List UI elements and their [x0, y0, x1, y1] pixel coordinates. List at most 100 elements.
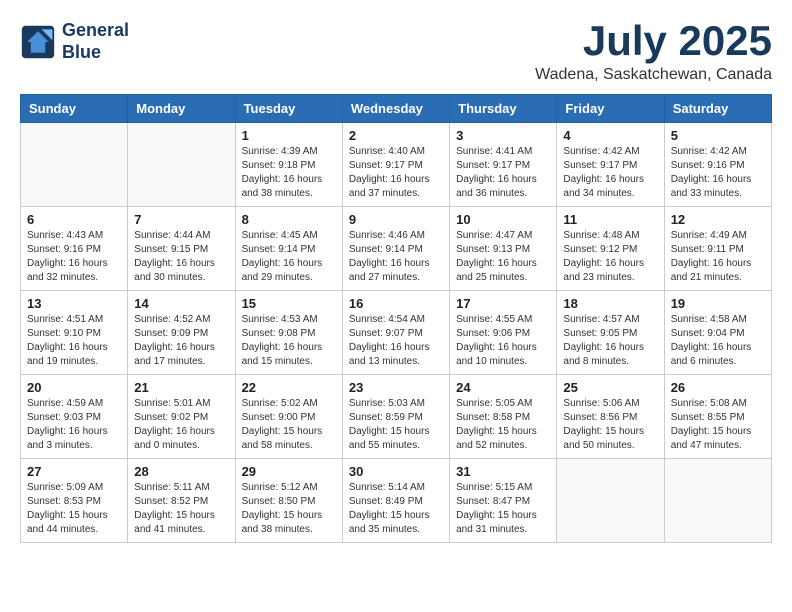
day-number: 21: [134, 380, 228, 395]
day-cell: 15Sunrise: 4:53 AMSunset: 9:08 PMDayligh…: [235, 291, 342, 375]
day-cell: 29Sunrise: 5:12 AMSunset: 8:50 PMDayligh…: [235, 459, 342, 543]
day-info: Sunrise: 4:49 AMSunset: 9:11 PMDaylight:…: [671, 229, 765, 285]
day-number: 24: [456, 380, 550, 395]
day-info: Sunrise: 4:57 AMSunset: 9:05 PMDaylight:…: [563, 313, 657, 369]
day-cell: 30Sunrise: 5:14 AMSunset: 8:49 PMDayligh…: [342, 459, 449, 543]
day-info: Sunrise: 4:46 AMSunset: 9:14 PMDaylight:…: [349, 229, 443, 285]
day-cell: 10 Sunrise: 4:47 AMSunset: 9:13 PMDayligh…: [450, 207, 557, 291]
day-cell: 21 Sunrise: 5:01 AMSunset: 9:02 PMDayligh…: [128, 375, 235, 459]
day-info: Sunrise: 5:15 AMSunset: 8:47 PMDaylight:…: [456, 481, 550, 537]
day-info: Sunrise: 4:54 AMSunset: 9:07 PMDaylight:…: [349, 313, 443, 369]
day-number: 5: [671, 128, 765, 143]
day-number: 31: [456, 464, 550, 479]
day-info: Sunrise: 5:09 AMSunset: 8:53 PMDaylight:…: [27, 481, 121, 537]
week-row-4: 20 Sunrise: 4:59 AMSunset: 9:03 PMDayligh…: [21, 375, 772, 459]
day-info: Sunrise: 5:01 AMSunset: 9:02 PMDaylight:…: [134, 397, 228, 453]
day-cell: 12 Sunrise: 4:49 AMSunset: 9:11 PMDayligh…: [664, 207, 771, 291]
day-info: Sunrise: 4:42 AMSunset: 9:17 PMDaylight:…: [563, 145, 657, 201]
day-cell: 7 Sunrise: 4:44 AMSunset: 9:15 PMDaylight…: [128, 207, 235, 291]
day-cell: 24 Sunrise: 5:05 AMSunset: 8:58 PMDayligh…: [450, 375, 557, 459]
day-cell: 31 Sunrise: 5:15 AMSunset: 8:47 PMDayligh…: [450, 459, 557, 543]
day-cell: 13 Sunrise: 4:51 AMSunset: 9:10 PMDayligh…: [21, 291, 128, 375]
day-number: 19: [671, 296, 765, 311]
day-cell: [557, 459, 664, 543]
day-number: 13: [27, 296, 121, 311]
weekday-header-thursday: Thursday: [450, 95, 557, 123]
day-number: 12: [671, 212, 765, 227]
day-number: 17: [456, 296, 550, 311]
logo: General Blue: [20, 20, 129, 63]
day-cell: 14 Sunrise: 4:52 AMSunset: 9:09 PMDayligh…: [128, 291, 235, 375]
day-cell: 19Sunrise: 4:58 AMSunset: 9:04 PMDayligh…: [664, 291, 771, 375]
day-cell: 26Sunrise: 5:08 AMSunset: 8:55 PMDayligh…: [664, 375, 771, 459]
day-number: 1: [242, 128, 336, 143]
day-cell: 4 Sunrise: 4:42 AMSunset: 9:17 PMDaylight…: [557, 123, 664, 207]
day-info: Sunrise: 4:51 AMSunset: 9:10 PMDaylight:…: [27, 313, 121, 369]
day-cell: 25Sunrise: 5:06 AMSunset: 8:56 PMDayligh…: [557, 375, 664, 459]
day-info: Sunrise: 5:05 AMSunset: 8:58 PMDaylight:…: [456, 397, 550, 453]
day-info: Sunrise: 5:02 AMSunset: 9:00 PMDaylight:…: [242, 397, 336, 453]
weekday-header-monday: Monday: [128, 95, 235, 123]
day-cell: 2Sunrise: 4:40 AMSunset: 9:17 PMDaylight…: [342, 123, 449, 207]
day-cell: [128, 123, 235, 207]
day-info: Sunrise: 4:55 AMSunset: 9:06 PMDaylight:…: [456, 313, 550, 369]
day-number: 22: [242, 380, 336, 395]
day-number: 11: [563, 212, 657, 227]
day-info: Sunrise: 4:39 AMSunset: 9:18 PMDaylight:…: [242, 145, 336, 201]
day-cell: [21, 123, 128, 207]
day-info: Sunrise: 5:03 AMSunset: 8:59 PMDaylight:…: [349, 397, 443, 453]
day-info: Sunrise: 4:42 AMSunset: 9:16 PMDaylight:…: [671, 145, 765, 201]
weekday-header-friday: Friday: [557, 95, 664, 123]
weekday-header-saturday: Saturday: [664, 95, 771, 123]
day-number: 8: [242, 212, 336, 227]
day-info: Sunrise: 4:47 AMSunset: 9:13 PMDaylight:…: [456, 229, 550, 285]
day-number: 4: [563, 128, 657, 143]
day-number: 10: [456, 212, 550, 227]
day-info: Sunrise: 4:44 AMSunset: 9:15 PMDaylight:…: [134, 229, 228, 285]
week-row-1: 1 Sunrise: 4:39 AMSunset: 9:18 PMDaylight…: [21, 123, 772, 207]
day-info: Sunrise: 4:41 AMSunset: 9:17 PMDaylight:…: [456, 145, 550, 201]
day-cell: 27 Sunrise: 5:09 AMSunset: 8:53 PMDayligh…: [21, 459, 128, 543]
day-cell: 9 Sunrise: 4:46 AMSunset: 9:14 PMDaylight…: [342, 207, 449, 291]
day-info: Sunrise: 5:11 AMSunset: 8:52 PMDaylight:…: [134, 481, 228, 537]
day-number: 20: [27, 380, 121, 395]
day-number: 6: [27, 212, 121, 227]
day-cell: 22 Sunrise: 5:02 AMSunset: 9:00 PMDayligh…: [235, 375, 342, 459]
weekday-header-sunday: Sunday: [21, 95, 128, 123]
day-number: 14: [134, 296, 228, 311]
day-cell: 18 Sunrise: 4:57 AMSunset: 9:05 PMDayligh…: [557, 291, 664, 375]
day-cell: 5 Sunrise: 4:42 AMSunset: 9:16 PMDaylight…: [664, 123, 771, 207]
day-number: 2: [349, 128, 443, 143]
weekday-header-tuesday: Tuesday: [235, 95, 342, 123]
day-info: Sunrise: 4:52 AMSunset: 9:09 PMDaylight:…: [134, 313, 228, 369]
day-info: Sunrise: 4:53 AMSunset: 9:08 PMDaylight:…: [242, 313, 336, 369]
week-row-2: 6 Sunrise: 4:43 AMSunset: 9:16 PMDaylight…: [21, 207, 772, 291]
day-cell: 1 Sunrise: 4:39 AMSunset: 9:18 PMDaylight…: [235, 123, 342, 207]
day-number: 30: [349, 464, 443, 479]
day-cell: 20 Sunrise: 4:59 AMSunset: 9:03 PMDayligh…: [21, 375, 128, 459]
weekday-header-wednesday: Wednesday: [342, 95, 449, 123]
day-number: 23: [349, 380, 443, 395]
day-number: 9: [349, 212, 443, 227]
day-cell: 28Sunrise: 5:11 AMSunset: 8:52 PMDayligh…: [128, 459, 235, 543]
day-info: Sunrise: 4:48 AMSunset: 9:12 PMDaylight:…: [563, 229, 657, 285]
day-cell: 8Sunrise: 4:45 AMSunset: 9:14 PMDaylight…: [235, 207, 342, 291]
week-row-3: 13 Sunrise: 4:51 AMSunset: 9:10 PMDayligh…: [21, 291, 772, 375]
week-row-5: 27 Sunrise: 5:09 AMSunset: 8:53 PMDayligh…: [21, 459, 772, 543]
day-cell: 16Sunrise: 4:54 AMSunset: 9:07 PMDayligh…: [342, 291, 449, 375]
day-number: 7: [134, 212, 228, 227]
day-cell: 17 Sunrise: 4:55 AMSunset: 9:06 PMDayligh…: [450, 291, 557, 375]
day-number: 27: [27, 464, 121, 479]
day-info: Sunrise: 4:43 AMSunset: 9:16 PMDaylight:…: [27, 229, 121, 285]
day-cell: 6 Sunrise: 4:43 AMSunset: 9:16 PMDaylight…: [21, 207, 128, 291]
day-cell: 11 Sunrise: 4:48 AMSunset: 9:12 PMDayligh…: [557, 207, 664, 291]
logo-text: General Blue: [62, 20, 129, 63]
day-cell: 3 Sunrise: 4:41 AMSunset: 9:17 PMDaylight…: [450, 123, 557, 207]
day-info: Sunrise: 4:59 AMSunset: 9:03 PMDaylight:…: [27, 397, 121, 453]
day-info: Sunrise: 5:06 AMSunset: 8:56 PMDaylight:…: [563, 397, 657, 453]
day-number: 18: [563, 296, 657, 311]
title-area: July 2025 Wadena, Saskatchewan, Canada: [535, 20, 772, 84]
calendar-table: SundayMondayTuesdayWednesdayThursdayFrid…: [20, 94, 772, 543]
day-number: 3: [456, 128, 550, 143]
day-info: Sunrise: 5:12 AMSunset: 8:50 PMDaylight:…: [242, 481, 336, 537]
